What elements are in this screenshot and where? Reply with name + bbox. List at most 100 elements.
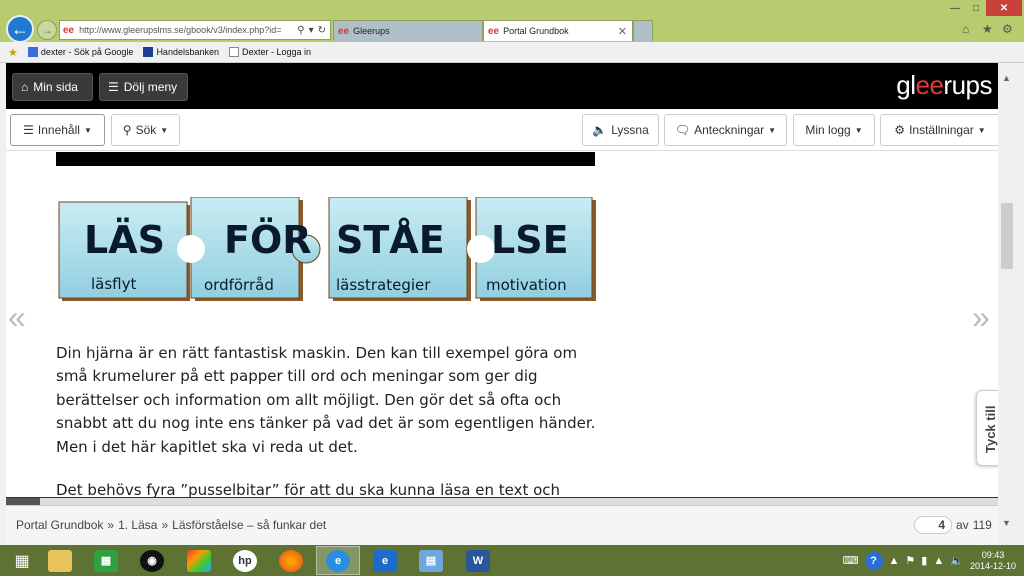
breadcrumb: Portal Grundbok » 1. Läsa » Läsförståels… (16, 518, 326, 532)
address-url[interactable]: http://www.gleerupslms.se/gbook/v3/index… (79, 25, 293, 35)
top-navigation-bar: ⌂ Min sida ☰ Dölj meny gleerups (6, 63, 1004, 109)
search-icon[interactable]: ⚲ (297, 25, 304, 36)
flag-icon[interactable]: ⚑ (905, 554, 915, 567)
page-number-input[interactable]: 4 (914, 516, 952, 534)
taskbar-word[interactable]: W (456, 546, 500, 575)
scroll-up-icon[interactable]: ▲ (1002, 73, 1011, 83)
puzzle-label-lasflyt: läsflyt (91, 275, 136, 293)
new-tab-button[interactable] (633, 20, 653, 41)
clock-date: 2014-12-10 (969, 560, 1016, 571)
body-paragraph: Din hjärna är en rätt fantastisk maskin.… (56, 344, 596, 456)
favorite-item-handelsbanken[interactable]: Handelsbanken (143, 47, 219, 57)
close-window-button[interactable]: ✕ (986, 0, 1022, 16)
forward-button[interactable]: → (37, 20, 57, 40)
reading-progress-fill (6, 498, 40, 505)
clock[interactable]: 09:43 2014-12-10 (970, 550, 1016, 572)
page-scrollbar[interactable]: ▲ ▼ (998, 63, 1017, 545)
puzzle-label-ordforrad: ordförråd (204, 276, 274, 294)
tab-favicon: ee (338, 25, 350, 37)
close-tab-icon[interactable]: ✕ (618, 25, 627, 38)
browser-title-bar: ← → ee http://www.gleerupslms.se/gbook/v… (0, 0, 1024, 43)
caret-down-icon: ▼ (83, 125, 92, 135)
internet-explorer-icon: e (326, 549, 350, 572)
taskbar-photo-app[interactable] (177, 546, 221, 575)
arrow-right-icon: → (41, 23, 53, 37)
caret-down-icon: ▼ (977, 125, 986, 135)
help-icon[interactable]: ? (864, 551, 883, 570)
puzzle-label-lasstrategier: lässtrategier (336, 276, 431, 294)
page-of-label: av (956, 518, 969, 532)
taskbar-internet-explorer[interactable]: e (363, 546, 407, 575)
puzzle-word-1: LÄS (84, 218, 165, 262)
keyboard-icon[interactable]: ⌨ (843, 554, 859, 567)
sok-button[interactable]: ⚲ Sök ▼ (111, 114, 180, 146)
battery-icon[interactable]: ▮ (921, 554, 927, 567)
word-icon: W (466, 549, 490, 572)
tab-gleerups[interactable]: ee Gleerups (333, 20, 483, 41)
taskbar-store[interactable]: ▦ (84, 546, 128, 575)
min-logg-button[interactable]: Min logg ▼ (793, 114, 875, 146)
web-page: ⌂ Min sida ☰ Dölj meny gleerups ☰ Innehå… (6, 63, 1004, 545)
search-icon: ⚲ (122, 123, 132, 137)
installningar-button[interactable]: ⚙ Inställningar ▼ (880, 114, 1000, 146)
tab-favicon: ee (488, 25, 500, 37)
store-icon: ▦ (94, 549, 118, 572)
puzzle-word-2: FÖR (224, 218, 312, 262)
speaker-icon: 🔈 (592, 123, 608, 137)
hp-icon: hp (233, 549, 257, 572)
book-content: LÄS FÖR STÅE LSE läsflyt ordförråd lässt… (6, 152, 1004, 497)
address-bar[interactable]: ee http://www.gleerupslms.se/gbook/v3/in… (59, 20, 331, 40)
page-icon (229, 47, 239, 57)
scroll-down-icon[interactable]: ▼ (1002, 518, 1011, 528)
minimize-button[interactable]: — (944, 0, 966, 16)
caret-down-icon: ▼ (160, 125, 169, 135)
reading-progress-bar (6, 497, 1004, 505)
dolj-meny-button[interactable]: ☰ Dölj meny (99, 73, 188, 101)
scroll-thumb[interactable] (1001, 203, 1013, 269)
refresh-icon[interactable]: ↻ (318, 25, 326, 36)
puzzle-word-3: STÅE (336, 218, 445, 262)
breadcrumb-link-lasa[interactable]: 1. Läsa (118, 518, 157, 532)
previous-page-arrow[interactable]: « (8, 299, 26, 336)
taskbar-file-explorer[interactable] (38, 546, 82, 575)
wifi-icon[interactable]: ▲ (933, 555, 944, 567)
folder-icon (48, 549, 72, 572)
min-sida-button[interactable]: ⌂ Min sida (12, 73, 93, 101)
gear-icon: ⚙ (894, 123, 906, 137)
page-footer: Portal Grundbok » 1. Läsa » Läsförståels… (6, 505, 1004, 545)
lyssna-button[interactable]: 🔈 Lyssna (582, 114, 659, 146)
arrow-left-icon: ← (11, 18, 29, 39)
remote-desktop-icon: ▤ (419, 549, 443, 572)
comment-icon: 🗨 (674, 123, 691, 137)
book-toolbar: ☰ Innehåll ▼ ⚲ Sök ▼ 🔈 Lyssna 🗨 Anteckni… (6, 109, 1004, 151)
home-icon[interactable]: ⌂ (962, 22, 969, 36)
favorites-star-add-icon[interactable]: ★ (8, 46, 18, 59)
anteckningar-button[interactable]: 🗨 Anteckningar ▼ (664, 114, 787, 146)
dropdown-icon[interactable]: ▾ (309, 25, 314, 36)
next-page-arrow[interactable]: » (972, 299, 990, 336)
taskbar-media-center[interactable]: ◉ (130, 546, 174, 575)
favorite-item-google[interactable]: dexter - Sök på Google (27, 47, 133, 57)
taskbar-hp[interactable]: hp (223, 546, 267, 575)
taskbar-firefox[interactable] (269, 546, 313, 575)
taskbar-internet-explorer-active[interactable]: e (316, 546, 360, 575)
tab-label: Portal Grundbok (503, 26, 569, 36)
tab-portal-grundbok[interactable]: ee Portal Grundbok ✕ (483, 20, 633, 41)
taskbar-remote-desktop[interactable]: ▤ (409, 546, 453, 575)
breadcrumb-link-portal-grundbok[interactable]: Portal Grundbok (16, 518, 103, 532)
back-button[interactable]: ← (6, 15, 34, 43)
favorite-item-dexter[interactable]: Dexter - Logga in (229, 47, 311, 57)
volume-icon[interactable]: 🔈 (950, 554, 964, 567)
caret-down-icon: ▼ (854, 125, 863, 135)
site-favicon: ee (63, 24, 75, 36)
favorites-star-icon[interactable]: ★ (982, 22, 993, 36)
puzzle-illustration: LÄS FÖR STÅE LSE läsflyt ordförråd lässt… (58, 197, 596, 301)
list-icon: ☰ (23, 123, 34, 137)
clock-time: 09:43 (981, 549, 1005, 560)
show-hidden-icons-chevron-icon[interactable]: ▲ (889, 555, 900, 567)
innehall-button[interactable]: ☰ Innehåll ▼ (10, 114, 105, 146)
gear-icon[interactable]: ⚙ (1002, 22, 1013, 36)
body-paragraph: Det behövs fyra ”pusselbitar” för att du… (56, 481, 561, 497)
gleerups-logo[interactable]: gleerups (896, 70, 992, 101)
maximize-button[interactable]: □ (966, 0, 986, 16)
